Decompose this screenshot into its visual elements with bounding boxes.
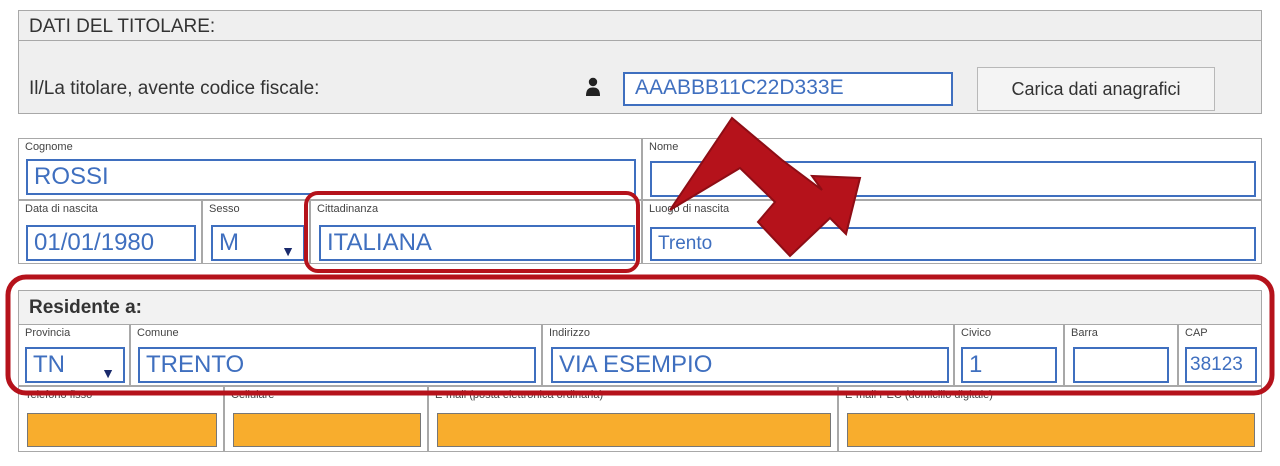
redirect-arrow-icon [669, 116, 862, 258]
residenza-highlight [5, 274, 1275, 396]
cittadinanza-highlight [304, 191, 640, 273]
annotation-overlay [5, 116, 1275, 396]
